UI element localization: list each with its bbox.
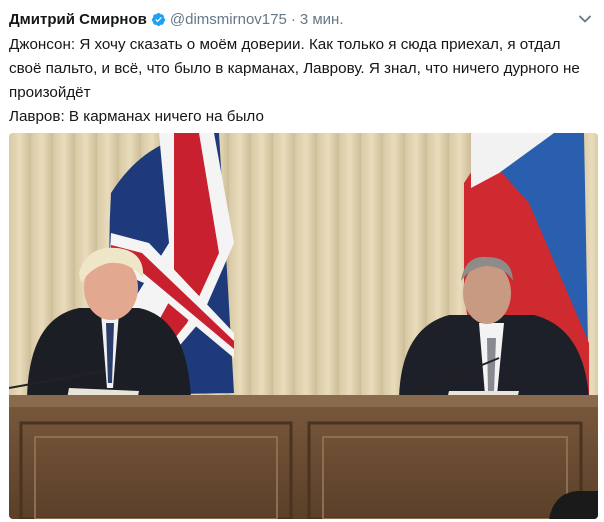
separator-dot: · bbox=[290, 10, 296, 28]
author-name[interactable]: Дмитрий Смирнов bbox=[9, 11, 147, 28]
tweet-photo[interactable] bbox=[9, 133, 598, 519]
tweet-text: Джонсон: Я хочу сказать о моём доверии. … bbox=[9, 33, 594, 129]
tweet-timestamp[interactable]: 3 мин. bbox=[300, 11, 344, 28]
tweet: Дмитрий Смирнов @dimsmirnov175 · 3 мин. … bbox=[0, 0, 604, 522]
tweet-text-line: Джонсон: Я хочу сказать о моём доверии. … bbox=[9, 36, 580, 101]
tweet-header: Дмитрий Смирнов @dimsmirnov175 · 3 мин. bbox=[9, 9, 343, 29]
verified-badge-icon bbox=[151, 12, 166, 27]
author-handle[interactable]: @dimsmirnov175 bbox=[170, 11, 287, 28]
tweet-text-line: Лавров: В карманах ничего на было bbox=[9, 108, 264, 125]
chevron-down-icon[interactable] bbox=[578, 12, 592, 26]
desk bbox=[9, 395, 598, 519]
